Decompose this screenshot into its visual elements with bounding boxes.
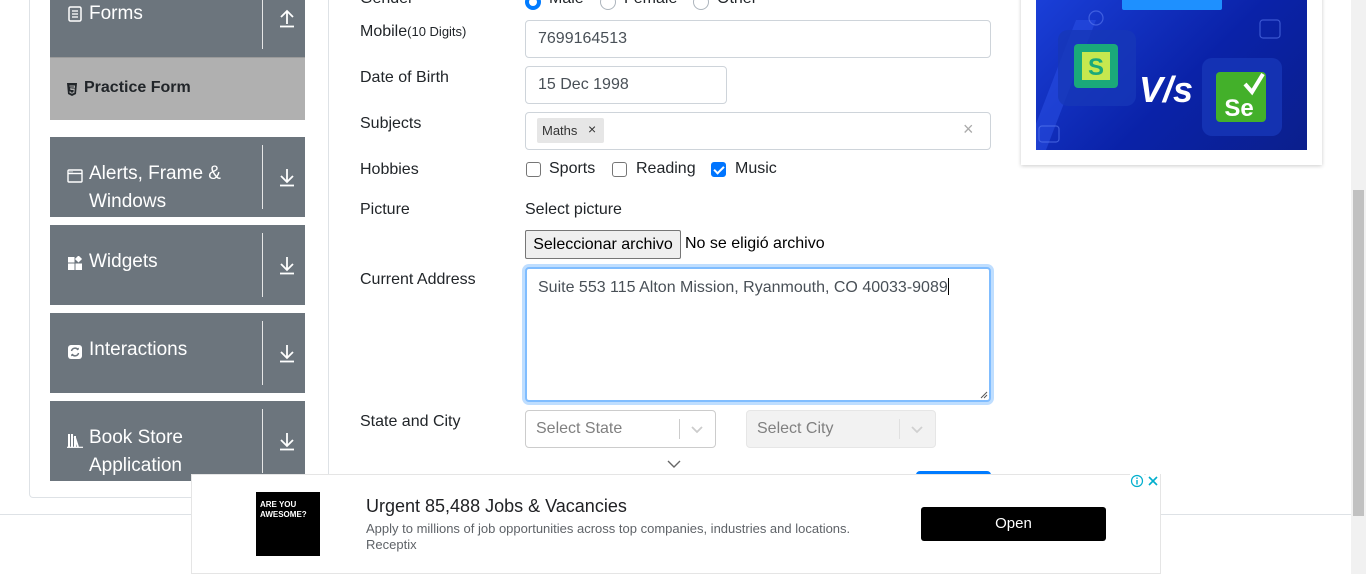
sidebar-group-alerts-frame-windows[interactable]: Alerts, Frame & Windows xyxy=(50,137,305,217)
arrow-down-icon[interactable] xyxy=(278,431,296,451)
state-select[interactable]: Select State xyxy=(525,410,716,448)
dob-label: Date of Birth xyxy=(360,69,449,86)
gender-label: Gender xyxy=(360,0,413,8)
ad-right-logo-text: Se xyxy=(1224,95,1253,122)
clear-icon[interactable]: × xyxy=(963,119,974,140)
arrow-down-icon[interactable] xyxy=(278,343,296,363)
text-caret xyxy=(947,278,949,295)
subject-chip-label: Maths xyxy=(542,123,578,138)
hobby-label[interactable]: Music xyxy=(735,160,777,178)
scrollbar-thumb[interactable] xyxy=(1353,190,1364,516)
hobby-label[interactable]: Reading xyxy=(636,160,696,178)
mobile-hint: (10 Digits) xyxy=(407,24,467,39)
state-city-label: State and City xyxy=(360,413,461,430)
divider xyxy=(262,409,263,473)
sidebar-group-forms[interactable]: Forms xyxy=(50,0,305,57)
sync-icon xyxy=(68,345,82,359)
subject-chip: Maths × xyxy=(537,118,604,143)
gender-option-label[interactable]: Female xyxy=(624,0,677,8)
chevron-down-icon[interactable] xyxy=(911,424,923,434)
sidebar-group-widgets[interactable]: Widgets xyxy=(50,225,305,305)
sidebar-group-book-store[interactable]: Book Store Application xyxy=(50,401,305,481)
document-icon xyxy=(68,6,82,22)
arrow-down-icon[interactable] xyxy=(278,255,296,275)
arrow-up-icon[interactable] xyxy=(278,8,296,28)
chevron-down-icon[interactable] xyxy=(691,424,703,434)
divider xyxy=(262,321,263,385)
hobbies-label: Hobbies xyxy=(360,161,419,178)
sidebar-item-label: Practice Form xyxy=(84,79,191,96)
hobby-checkbox-sports[interactable] xyxy=(526,162,541,177)
gender-radio-male[interactable] xyxy=(525,0,541,10)
hobby-checkbox-reading[interactable] xyxy=(612,162,627,177)
mobile-label-text: Mobile xyxy=(360,23,408,40)
sidebar-group-label-line2: Windows xyxy=(89,191,167,212)
mobile-value: 7699164513 xyxy=(538,30,627,47)
page: Forms Practice Form Alerts, Frame & Wind… xyxy=(0,0,1366,574)
divider xyxy=(262,0,263,49)
gender-radio-female[interactable] xyxy=(600,0,616,10)
ad-open-button[interactable]: Open xyxy=(921,507,1106,541)
sidebar-group-label-line2: Application xyxy=(89,455,182,476)
ad-graphic: S V/s Se xyxy=(1036,0,1282,150)
choose-file-button[interactable]: Seleccionar archivo xyxy=(525,230,681,259)
close-icon[interactable] xyxy=(1146,474,1160,488)
window-icon xyxy=(67,169,83,183)
file-status: No se eligió archivo xyxy=(685,235,825,252)
ad-left-logo-text: S xyxy=(1088,54,1104,81)
ad-logo[interactable]: ARE YOU AWESOME? xyxy=(256,492,320,556)
city-placeholder: Select City xyxy=(757,420,834,437)
select-picture-label: Select picture xyxy=(525,201,622,218)
divider xyxy=(899,419,900,439)
html5-icon xyxy=(67,83,77,96)
widgets-icon xyxy=(68,256,83,270)
sidebar-group-interactions[interactable]: Interactions xyxy=(50,313,305,393)
sidebar-group-label-line1: Alerts, Frame & xyxy=(89,163,221,184)
ad-description: Apply to millions of job opportunities a… xyxy=(366,521,851,536)
ad-vs-text: V/s xyxy=(1139,69,1193,110)
ad-source: Receptix xyxy=(366,537,417,552)
address-label: Current Address xyxy=(360,271,476,288)
info-icon[interactable] xyxy=(1130,474,1144,488)
city-select[interactable]: Select City xyxy=(746,410,936,448)
divider xyxy=(679,419,680,439)
gender-option-label[interactable]: Other xyxy=(717,0,757,8)
sidebar-group-label-line1: Book Store xyxy=(89,427,183,448)
subjects-label: Subjects xyxy=(360,115,422,132)
arrow-down-icon[interactable] xyxy=(278,167,296,187)
sidebar-group-label: Interactions xyxy=(89,339,188,360)
ad-logo-line1: ARE YOU xyxy=(260,500,297,509)
address-textarea[interactable]: Suite 553 115 Alton Mission, Ryanmouth, … xyxy=(525,267,991,402)
dob-value: 15 Dec 1998 xyxy=(538,76,629,93)
resize-handle-icon[interactable] xyxy=(980,391,988,399)
sidebar-group-label: Widgets xyxy=(89,251,158,272)
ad-title[interactable]: Urgent 85,488 Jobs & Vacancies xyxy=(366,496,627,517)
ad-image[interactable]: S V/s Se xyxy=(1036,0,1307,150)
gender-option-label[interactable]: Male xyxy=(549,0,584,8)
divider xyxy=(262,233,263,297)
address-value: Suite 553 115 Alton Mission, Ryanmouth, … xyxy=(538,279,948,296)
ad-logo-line2: AWESOME? xyxy=(260,510,307,519)
sidebar-group-label: Forms xyxy=(89,3,143,24)
mobile-label: Mobile(10 Digits) xyxy=(360,23,466,41)
dob-input[interactable]: 15 Dec 1998 xyxy=(525,66,727,104)
gender-radio-other[interactable] xyxy=(693,0,709,10)
picture-label: Picture xyxy=(360,201,410,218)
divider xyxy=(262,145,263,209)
hobby-checkbox-music[interactable] xyxy=(711,162,726,177)
chevron-down-icon[interactable] xyxy=(666,459,682,469)
state-placeholder: Select State xyxy=(536,420,623,437)
sidebar-item-practice-form[interactable]: Practice Form xyxy=(50,57,305,120)
chip-remove-icon[interactable]: × xyxy=(588,121,596,137)
hobby-label[interactable]: Sports xyxy=(549,160,595,178)
mobile-input[interactable]: 7699164513 xyxy=(525,20,991,58)
books-icon xyxy=(67,434,83,448)
